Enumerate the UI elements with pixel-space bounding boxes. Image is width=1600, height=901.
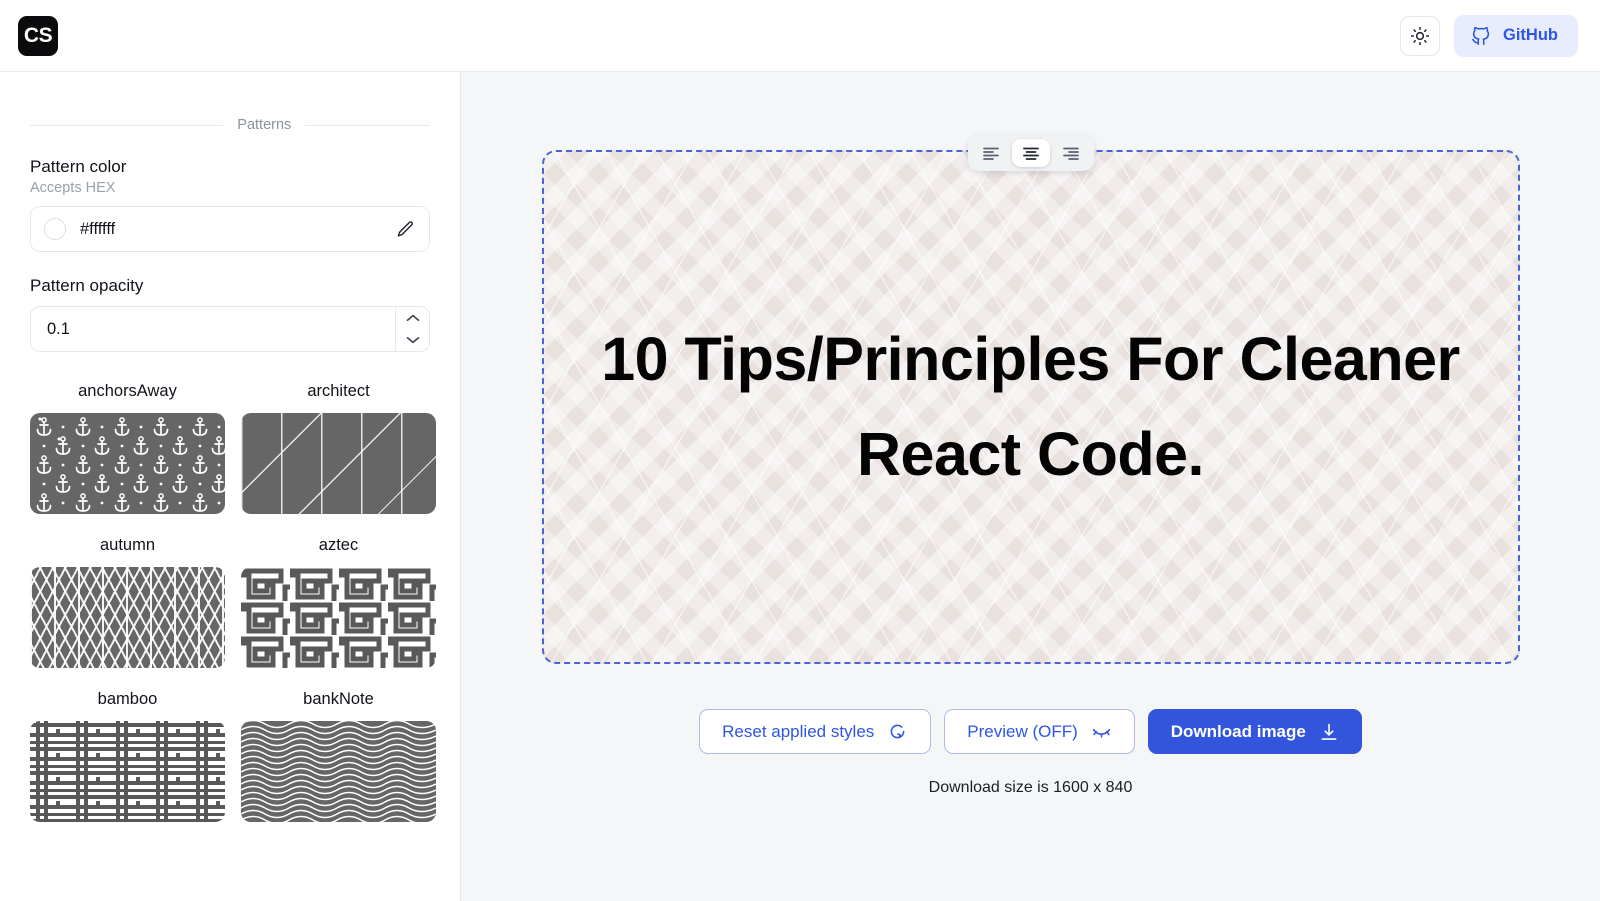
github-icon — [1471, 26, 1490, 45]
align-right-button[interactable] — [1052, 139, 1090, 167]
pattern-opacity-stepper[interactable] — [395, 307, 429, 351]
color-swatch[interactable] — [44, 218, 66, 240]
pattern-label: architect — [307, 382, 370, 400]
pattern-color-label: Pattern color — [30, 157, 127, 176]
download-icon — [1321, 723, 1337, 740]
download-size-note: Download size is 1600 x 840 — [928, 779, 1133, 796]
sidebar-panel: Patterns Pattern color Accepts HEX #ffff… — [0, 72, 461, 901]
preview-toggle-label: Preview (OFF) — [967, 721, 1078, 741]
github-button[interactable]: GitHub — [1454, 14, 1578, 57]
bamboo-pattern — [30, 721, 225, 822]
pattern-item-autumn[interactable]: autumn — [30, 536, 225, 668]
stepper-decrement-button[interactable] — [396, 329, 429, 351]
pattern-color-value[interactable]: #ffffff — [80, 220, 382, 239]
sun-icon — [1410, 26, 1430, 45]
pattern-label: anchorsAway — [78, 382, 177, 400]
app-logo[interactable]: CS — [18, 15, 58, 56]
pattern-opacity-input[interactable]: 0.1 — [30, 306, 430, 352]
canvas-title-text[interactable]: 10 Tips/Principles For Cleaner React Cod… — [580, 312, 1482, 501]
pattern-thumbnail[interactable] — [30, 413, 227, 514]
chevron-up-icon — [406, 314, 419, 321]
pattern-label: bamboo — [97, 690, 158, 708]
align-left-button[interactable] — [972, 139, 1010, 167]
pattern-thumbnail[interactable] — [241, 567, 436, 668]
pattern-thumbnail[interactable] — [30, 721, 225, 822]
reset-styles-label: Reset applied styles — [722, 721, 875, 741]
align-center-icon — [1022, 147, 1039, 160]
pattern-label: aztec — [318, 536, 359, 554]
preview-toggle-button[interactable]: Preview (OFF) — [944, 709, 1135, 754]
align-center-button[interactable] — [1011, 139, 1050, 167]
chevron-down-icon — [406, 337, 419, 344]
pattern-label: autumn — [99, 536, 156, 554]
github-button-label: GitHub — [1503, 26, 1558, 44]
header-actions: GitHub — [1400, 14, 1578, 57]
reset-styles-button[interactable]: Reset applied styles — [699, 709, 932, 754]
pattern-color-input[interactable]: #ffffff — [30, 206, 430, 252]
banknote-pattern — [241, 721, 436, 822]
image-canvas[interactable]: 10 Tips/Principles For Cleaner React Cod… — [541, 150, 1520, 664]
pattern-opacity-label: Pattern opacity — [30, 276, 144, 295]
pattern-thumbnail[interactable] — [30, 567, 225, 668]
eye-off-icon — [1092, 728, 1110, 738]
pattern-thumbnail[interactable] — [241, 413, 436, 514]
pattern-item-aztec[interactable]: aztec — [241, 536, 436, 668]
divider-line-left — [30, 124, 224, 126]
pattern-item-bankNote[interactable]: bankNote — [241, 690, 436, 822]
pencil-icon[interactable] — [396, 220, 415, 239]
download-image-label: Download image — [1170, 721, 1306, 741]
pattern-item-architect[interactable]: architect — [241, 382, 436, 514]
anchors-pattern — [36, 417, 227, 512]
patterns-section-title: Patterns — [237, 117, 292, 133]
pattern-grid: anchorsAway architect autumn aztec bambo… — [30, 382, 436, 822]
stepper-increment-button[interactable] — [396, 307, 429, 329]
text-align-toolbar — [967, 135, 1094, 171]
aztec-pattern — [241, 567, 436, 668]
pattern-item-anchorsAway[interactable]: anchorsAway — [30, 382, 227, 514]
divider-line-right — [305, 124, 430, 126]
main-panel: 10 Tips/Principles For Cleaner React Cod… — [461, 72, 1600, 901]
body-split: Patterns Pattern color Accepts HEX #ffff… — [0, 72, 1600, 901]
pattern-opacity-value[interactable]: 0.1 — [31, 307, 395, 351]
pattern-item-bamboo[interactable]: bamboo — [30, 690, 225, 822]
canvas-actions: Reset applied styles Preview (OFF) Downl… — [699, 709, 1362, 754]
pattern-thumbnail[interactable] — [241, 721, 436, 822]
rotate-ccw-icon — [890, 724, 905, 739]
pattern-color-hint: Accepts HEX — [30, 180, 116, 196]
align-right-icon — [1062, 147, 1079, 160]
app-header: CS GitHub — [0, 0, 1600, 72]
canvas-wrapper: 10 Tips/Principles For Cleaner React Cod… — [541, 135, 1520, 664]
theme-toggle-button[interactable] — [1400, 15, 1440, 56]
pattern-label: bankNote — [303, 690, 374, 708]
align-left-icon — [982, 147, 999, 160]
patterns-section-divider: Patterns — [30, 117, 430, 133]
download-image-button[interactable]: Download image — [1147, 709, 1362, 754]
